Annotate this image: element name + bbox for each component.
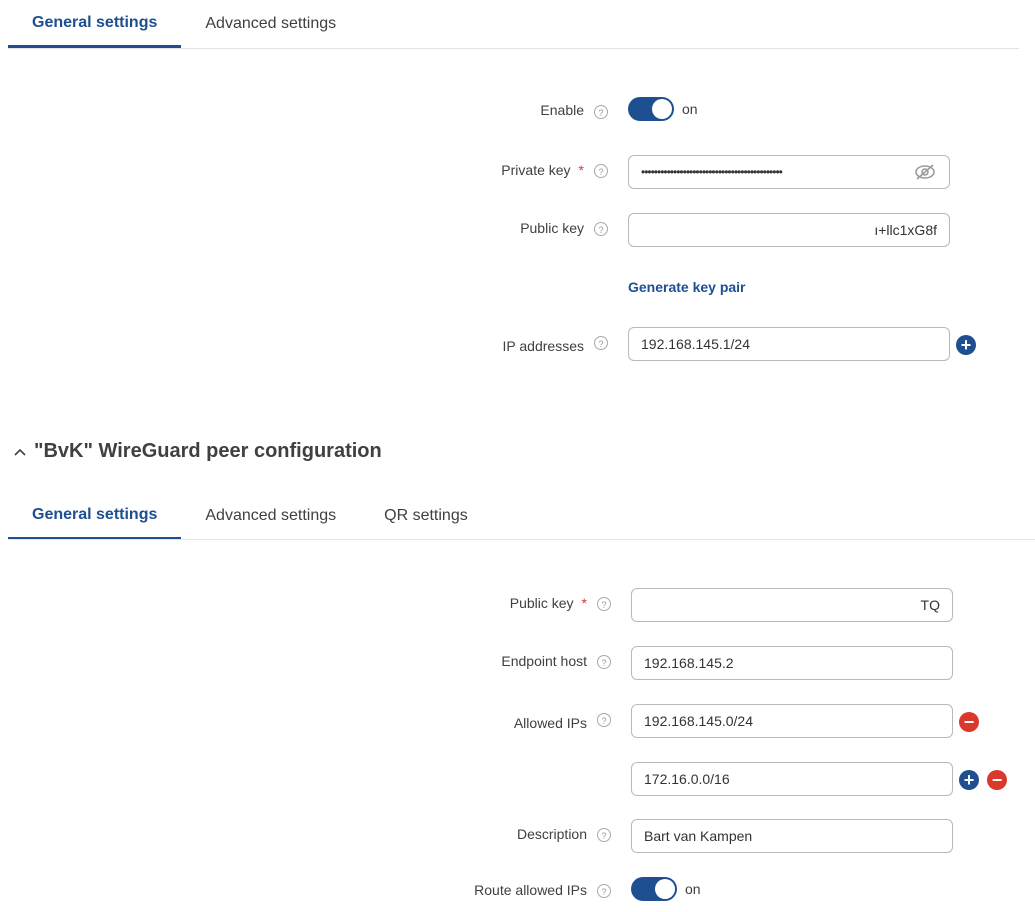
chevron-up-icon[interactable] bbox=[12, 444, 28, 460]
add-ip-button[interactable]: + bbox=[956, 335, 976, 355]
help-icon[interactable]: ? bbox=[597, 597, 611, 611]
ip-addresses-label-row: IP addresses bbox=[0, 338, 584, 358]
peer-public-key-input[interactable]: TQ bbox=[631, 588, 953, 622]
ip-address-input[interactable]: 192.168.145.1/24 bbox=[628, 327, 950, 361]
private-key-input[interactable]: ••••••••••••••••••••••••••••••••••••••••… bbox=[628, 155, 950, 189]
description-label-row: Description bbox=[0, 826, 587, 846]
enable-label-row: Enable bbox=[0, 102, 584, 122]
allowed-ips-label: Allowed IPs bbox=[513, 715, 587, 731]
peer-public-key-value: TQ bbox=[920, 597, 940, 613]
peer-tabs: General settings Advanced settings QR se… bbox=[8, 492, 492, 540]
help-icon[interactable]: ? bbox=[597, 828, 611, 842]
interface-tabs: General settings Advanced settings bbox=[8, 0, 360, 48]
ip-addresses-label: IP addresses bbox=[502, 338, 584, 354]
required-marker: * bbox=[578, 162, 584, 178]
public-key-value: ı+llc1xG8f bbox=[874, 222, 937, 238]
endpoint-host-label: Endpoint host bbox=[501, 653, 587, 669]
peer-tabs-divider bbox=[8, 539, 1035, 540]
endpoint-host-label-row: Endpoint host bbox=[0, 653, 587, 673]
eye-off-icon[interactable] bbox=[914, 162, 936, 182]
route-allowed-ips-state: on bbox=[685, 881, 701, 897]
remove-allowed-ip-button[interactable]: − bbox=[987, 770, 1007, 790]
description-input[interactable]: Bart van Kampen bbox=[631, 819, 953, 853]
peer-section-title[interactable]: "BvK" WireGuard peer configuration bbox=[12, 440, 382, 463]
remove-allowed-ip-button[interactable]: − bbox=[959, 712, 979, 732]
description-value: Bart van Kampen bbox=[644, 828, 753, 844]
help-icon[interactable]: ? bbox=[594, 336, 608, 350]
peer-section-title-text: "BvK" WireGuard peer configuration bbox=[34, 440, 382, 462]
help-icon[interactable]: ? bbox=[594, 222, 608, 236]
tab-general-settings[interactable]: General settings bbox=[8, 0, 182, 48]
required-marker: * bbox=[581, 595, 587, 611]
public-key-label: Public key bbox=[520, 220, 584, 236]
enable-state: on bbox=[682, 101, 698, 117]
enable-label: Enable bbox=[540, 102, 584, 118]
allowed-ip-input[interactable]: 192.168.145.0/24 bbox=[631, 704, 953, 738]
help-icon[interactable]: ? bbox=[597, 655, 611, 669]
tabs-divider bbox=[8, 48, 1019, 49]
tab-peer-general-settings[interactable]: General settings bbox=[8, 492, 182, 540]
private-key-value: ••••••••••••••••••••••••••••••••••••••••… bbox=[641, 165, 783, 179]
private-key-label: Private key bbox=[501, 162, 571, 178]
private-key-label-row: Private key * bbox=[0, 162, 584, 182]
peer-public-key-label: Public key bbox=[509, 595, 574, 611]
allowed-ip-input[interactable]: 172.16.0.0/16 bbox=[631, 762, 953, 796]
route-allowed-ips-toggle[interactable] bbox=[631, 877, 677, 901]
add-allowed-ip-button[interactable]: + bbox=[959, 770, 979, 790]
description-label: Description bbox=[516, 826, 587, 842]
route-allowed-ips-label: Route allowed IPs bbox=[474, 882, 587, 898]
public-key-label-row: Public key bbox=[0, 220, 584, 240]
ip-address-value: 192.168.145.1/24 bbox=[641, 336, 750, 352]
endpoint-host-value: 192.168.145.2 bbox=[644, 655, 734, 671]
help-icon[interactable]: ? bbox=[597, 884, 611, 898]
tab-peer-advanced-settings[interactable]: Advanced settings bbox=[181, 492, 360, 540]
tab-peer-qr-settings[interactable]: QR settings bbox=[360, 492, 492, 540]
help-icon[interactable]: ? bbox=[594, 164, 608, 178]
route-allowed-ips-label-row: Route allowed IPs bbox=[0, 882, 587, 902]
peer-public-key-label-row: Public key * bbox=[0, 595, 587, 615]
allowed-ips-label-row: Allowed IPs bbox=[0, 715, 587, 735]
help-icon[interactable]: ? bbox=[594, 105, 608, 119]
endpoint-host-input[interactable]: 192.168.145.2 bbox=[631, 646, 953, 680]
allowed-ip-value: 192.168.145.0/24 bbox=[644, 713, 753, 729]
allowed-ip-value: 172.16.0.0/16 bbox=[644, 771, 730, 787]
help-icon[interactable]: ? bbox=[597, 713, 611, 727]
enable-toggle[interactable] bbox=[628, 97, 674, 121]
public-key-input[interactable]: ı+llc1xG8f bbox=[628, 213, 950, 247]
generate-key-pair-link[interactable]: Generate key pair bbox=[628, 279, 746, 295]
tab-advanced-settings[interactable]: Advanced settings bbox=[181, 0, 360, 48]
